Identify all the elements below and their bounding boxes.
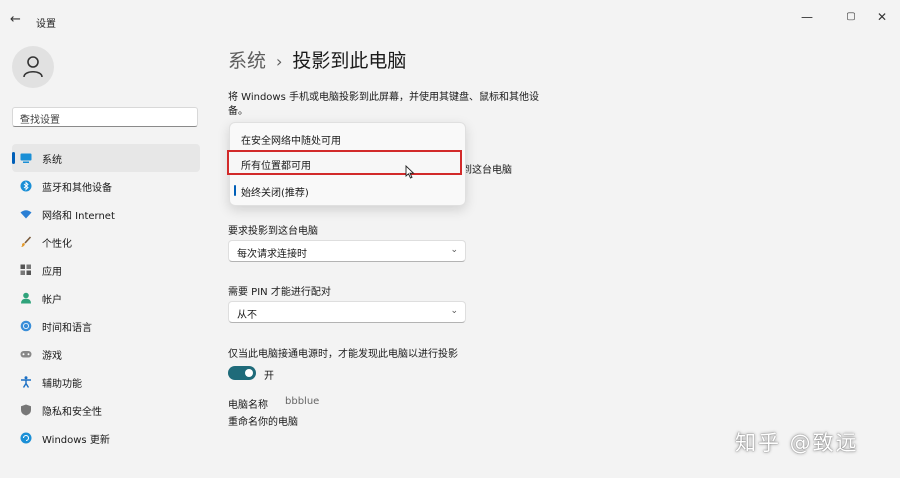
search-icon: ⌕	[20, 111, 26, 122]
discover-plugged-toggle[interactable]	[228, 366, 256, 380]
title-bar: ← 设置 — ▢ ✕	[0, 0, 900, 40]
search-input[interactable]: 查找设置 ⌕	[12, 107, 198, 127]
sidebar-item-windows-update[interactable]: Windows 更新	[12, 424, 200, 452]
pc-name-value: bbblue	[285, 396, 320, 407]
breadcrumb-separator-icon: ›	[276, 52, 283, 71]
sidebar-item-label: 系统	[42, 155, 62, 166]
select-value: 从不	[237, 310, 257, 321]
sidebar-item-label: 应用	[42, 267, 62, 278]
rename-pc-link[interactable]: 重命名你的电脑	[228, 413, 298, 428]
chevron-down-icon: ⌄	[450, 306, 458, 316]
sidebar-nav: 系统 蓝牙和其他设备 网络和 Internet 个性化 应用 帐户 时间和语言 …	[12, 144, 200, 452]
pin-pairing-select[interactable]: 从不 ⌄	[228, 301, 466, 323]
sidebar-item-personalization[interactable]: 个性化	[12, 228, 200, 256]
avatar[interactable]	[12, 46, 54, 88]
select-value: 每次请求连接时	[237, 249, 307, 260]
sidebar-item-privacy[interactable]: 隐私和安全性	[12, 396, 200, 424]
sidebar-item-apps[interactable]: 应用	[12, 256, 200, 284]
option-secure-network[interactable]: 在安全网络中随处可用	[241, 132, 341, 147]
accessibility-icon	[21, 376, 31, 388]
option-label: 所有位置都可用	[241, 161, 311, 172]
breadcrumb: 系统 › 投影到此电脑	[228, 46, 406, 73]
page-title: 投影到此电脑	[292, 50, 407, 72]
sidebar-item-label: Windows 更新	[42, 435, 110, 446]
sidebar-item-time-language[interactable]: 时间和语言	[12, 312, 200, 340]
sidebar-item-network[interactable]: 网络和 Internet	[12, 200, 200, 228]
sidebar-item-accessibility[interactable]: 辅助功能	[12, 368, 200, 396]
globe-icon	[20, 320, 32, 332]
system-icon	[20, 153, 32, 163]
sidebar-item-label: 辅助功能	[42, 379, 82, 390]
watermark: 知乎 @致远	[735, 431, 859, 455]
require-projection-select[interactable]: 每次请求连接时 ⌄	[228, 240, 466, 262]
option-all-locations[interactable]: 所有位置都可用	[227, 150, 462, 175]
sidebar-item-gaming[interactable]: 游戏	[12, 340, 200, 368]
sidebar-item-label: 网络和 Internet	[42, 211, 115, 222]
chevron-down-icon: ⌄	[450, 245, 458, 255]
minimize-icon[interactable]: —	[799, 10, 815, 24]
bluetooth-icon	[20, 180, 32, 192]
mouse-cursor-icon	[405, 165, 415, 179]
sidebar-item-label: 时间和语言	[42, 323, 92, 334]
sidebar-item-label: 隐私和安全性	[42, 407, 102, 418]
availability-dropdown-menu: 在安全网络中随处可用 所有位置都可用 始终关闭(推荐)	[227, 122, 466, 206]
sidebar-item-label: 蓝牙和其他设备	[42, 183, 112, 194]
option-always-off[interactable]: 始终关闭(推荐)	[241, 184, 309, 199]
require-projection-label: 要求投影到这台电脑	[228, 226, 318, 237]
sidebar-item-bluetooth[interactable]: 蓝牙和其他设备	[12, 172, 200, 200]
sidebar-item-label: 游戏	[42, 351, 62, 362]
selected-indicator	[234, 185, 236, 196]
close-icon[interactable]: ✕	[874, 10, 890, 24]
sidebar-item-label: 帐户	[42, 295, 62, 306]
update-icon	[20, 432, 32, 444]
breadcrumb-parent[interactable]: 系统	[228, 50, 266, 72]
wifi-icon	[20, 210, 32, 219]
brush-icon	[21, 236, 32, 247]
back-arrow-icon[interactable]: ←	[10, 12, 21, 27]
pc-name-label: 电脑名称	[228, 400, 268, 411]
maximize-icon[interactable]: ▢	[843, 11, 859, 22]
occluded-setting-label: 到这台电脑	[462, 165, 512, 176]
app-title: 设置	[36, 19, 56, 30]
user-icon	[23, 56, 43, 78]
sidebar-item-accounts[interactable]: 帐户	[12, 284, 200, 312]
sidebar-item-label: 个性化	[42, 239, 72, 250]
pin-pairing-label: 需要 PIN 才能进行配对	[228, 287, 331, 298]
toggle-state-label: 开	[264, 371, 274, 382]
sidebar-item-system[interactable]: 系统	[12, 144, 200, 172]
gamepad-icon	[20, 351, 32, 358]
account-icon	[21, 292, 31, 304]
shield-icon	[21, 404, 31, 416]
apps-icon	[20, 264, 31, 275]
page-description: 将 Windows 手机或电脑投影到此屏幕，并使用其键盘、鼠标和其他设备。	[228, 92, 539, 117]
discover-plugged-label: 仅当此电脑接通电源时，才能发现此电脑以进行投影	[228, 349, 458, 360]
